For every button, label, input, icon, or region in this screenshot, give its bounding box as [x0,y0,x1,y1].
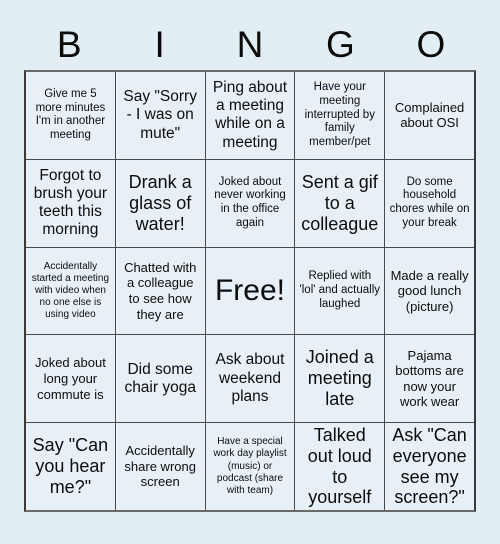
bingo-cell[interactable]: Ping about a meeting while on a meeting [205,72,295,159]
bingo-cell-label: Sent a gif to a colleague [301,171,379,234]
bingo-cell[interactable]: Accidentally started a meeting with vide… [26,247,115,335]
bingo-cell-label: Accidentally share wrong screen [124,443,196,490]
bingo-cell-label: Say "Sorry - I was on mute" [123,87,197,142]
bingo-cell[interactable]: Complained about OSI [385,72,474,159]
bingo-cell[interactable]: Accidentally share wrong screen [115,423,205,510]
bingo-cell[interactable]: Ask about weekend plans [205,335,295,423]
bingo-cell[interactable]: Drank a glass of water! [115,159,205,247]
bingo-cell[interactable]: Replied with 'lol' and actually laughed [295,247,385,335]
bingo-cell[interactable]: Chatted with a colleague to see how they… [115,247,205,335]
bingo-cell-label: Talked out loud to yourself [307,424,372,508]
bingo-cell[interactable]: Do some household chores while on your b… [385,159,474,247]
bingo-grid: Give me 5 more minutes I'm in another me… [24,70,476,512]
bingo-cell[interactable]: Give me 5 more minutes I'm in another me… [26,72,115,159]
bingo-cell[interactable]: Say "Sorry - I was on mute" [115,72,205,159]
bingo-cell[interactable]: Ask "Can everyone see my screen?" [385,423,474,510]
bingo-cell-label: Do some household chores while on your b… [389,175,470,229]
bingo-cell[interactable]: Forgot to brush your teeth this morning [26,159,115,247]
bingo-cell-label: Drank a glass of water! [128,171,192,234]
bingo-cell-label: Ask about weekend plans [215,351,285,405]
bingo-cell-label: Joked about never working in the office … [214,175,286,229]
bingo-cell-label: Chatted with a colleague to see how they… [124,259,197,322]
bingo-cell-label: Give me 5 more minutes I'm in another me… [35,87,106,142]
bingo-cell-label: Joined a meeting late [305,347,374,410]
bingo-letter-o: O [416,23,446,65]
bingo-cell-free[interactable]: Free! [205,247,295,335]
bingo-letter-b: B [56,23,82,65]
bingo-cell-label: Have your meeting interrupted by family … [304,80,375,149]
bingo-cell-label: Pajama bottoms are now your work wear [395,347,464,410]
bingo-cell[interactable]: Say "Can you hear me?" [26,423,115,510]
bingo-cell[interactable]: Have your meeting interrupted by family … [295,72,385,159]
bingo-cell[interactable]: Sent a gif to a colleague [295,159,385,247]
bingo-cell[interactable]: Made a really good lunch (picture) [385,247,474,335]
bingo-cell[interactable]: Pajama bottoms are now your work wear [385,335,474,423]
bingo-cell-label: Have a special work day playlist (music)… [213,436,287,496]
bingo-cell-label: Ask "Can everyone see my screen?" [392,424,467,508]
bingo-letter-i: I [154,23,165,65]
bingo-header: B I N G O [24,18,476,70]
bingo-cell-label: Forgot to brush your teeth this morning [33,166,108,239]
bingo-cell-label: Replied with 'lol' and actually laughed [299,270,381,310]
bingo-cell-label: Complained about OSI [394,99,465,131]
bingo-cell[interactable]: Joked about never working in the office … [205,159,295,247]
bingo-letter-n: N [236,23,264,65]
bingo-cell-label: Free! [214,274,285,308]
bingo-cell-label: Did some chair yoga [124,360,196,396]
bingo-card: B I N G O Give me 5 more minutes I'm in … [0,0,500,544]
bingo-cell[interactable]: Joked about long your commute is [26,335,115,423]
bingo-cell[interactable]: Joined a meeting late [295,335,385,423]
bingo-cell-label: Accidentally started a meeting with vide… [31,260,110,321]
bingo-cell[interactable]: Have a special work day playlist (music)… [205,423,295,510]
bingo-cell-label: Say "Can you hear me?" [32,435,109,498]
bingo-cell-label: Made a really good lunch (picture) [390,267,469,314]
bingo-cell-label: Ping about a meeting while on a meeting [212,78,288,151]
bingo-letter-g: G [326,23,355,65]
bingo-cell[interactable]: Did some chair yoga [115,335,205,423]
bingo-cell-label: Joked about long your commute is [34,355,106,402]
bingo-cell[interactable]: Talked out loud to yourself [295,423,385,510]
